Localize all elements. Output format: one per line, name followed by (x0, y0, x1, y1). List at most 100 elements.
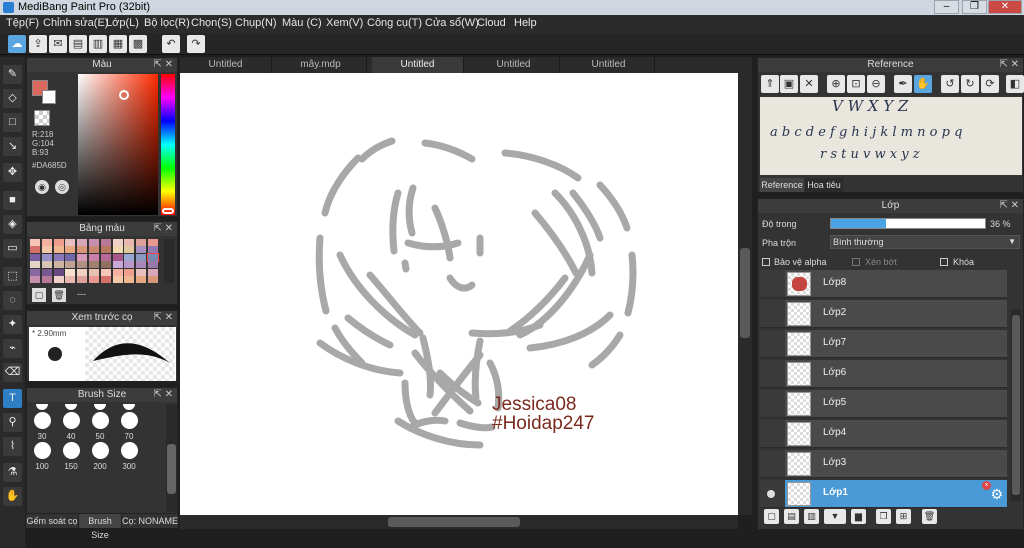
brush-size-dot[interactable] (120, 442, 138, 459)
palette-swatch[interactable] (89, 276, 99, 283)
palette-swatch[interactable] (100, 276, 111, 283)
new-8bit-layer-icon[interactable]: ▥ (804, 509, 819, 524)
menu-file[interactable]: Tệp(F) (6, 17, 39, 29)
palette-swatch[interactable] (124, 261, 135, 269)
reference-upload-icon[interactable]: ⇑ (761, 75, 779, 93)
palette-swatch[interactable] (77, 261, 88, 269)
brush-size-dot[interactable] (94, 404, 106, 410)
layer-row[interactable]: Lớp2 (785, 300, 1007, 328)
palette-swatch[interactable] (65, 276, 76, 283)
restore-button[interactable]: ❐ (962, 0, 987, 14)
undo-icon[interactable]: ↶ (162, 35, 180, 53)
panel-controls-icon[interactable]: ⇱ ✕ (153, 222, 173, 236)
palette-swatch[interactable] (124, 253, 135, 261)
layer-visibility-toggle[interactable] (760, 330, 785, 358)
palette-swatch[interactable] (148, 246, 158, 254)
layer-visibility-toggle[interactable] (760, 360, 785, 388)
palette-swatch[interactable] (148, 261, 158, 269)
saturation-value-field[interactable] (78, 74, 158, 215)
palette-swatch[interactable] (53, 239, 64, 246)
palette-swatch[interactable] (53, 261, 64, 269)
layer-visibility-toggle[interactable] (760, 420, 785, 448)
palette-swatch[interactable] (41, 276, 52, 283)
merge-layer-icon[interactable]: ⊞ (896, 509, 911, 524)
brush-size-dot[interactable] (62, 412, 80, 429)
lock-checkbox[interactable] (940, 258, 948, 266)
menu-tools[interactable]: Công cụ(T) (367, 17, 422, 29)
rectangle-tool-icon[interactable]: □ (3, 113, 22, 132)
palette-swatch[interactable] (147, 252, 159, 262)
palette-swatch[interactable] (124, 246, 135, 254)
tab-untitled-3[interactable]: Untitled (468, 57, 560, 73)
new-halftone-layer-icon[interactable]: ▤ (784, 509, 799, 524)
clipping-checkbox[interactable] (852, 258, 860, 266)
palette-swatch[interactable] (89, 246, 99, 254)
chat-icon[interactable]: ▤ (69, 35, 87, 53)
brush-size-dot[interactable] (91, 412, 109, 429)
tab-navigator[interactable]: Hoa tiêu (805, 178, 843, 192)
menu-edit[interactable]: Chỉnh sửa(E) (43, 17, 108, 29)
brush-size-dot[interactable] (65, 404, 77, 410)
divide-tool-icon[interactable]: ⚲ (3, 413, 22, 432)
palette-swatch[interactable] (41, 268, 52, 276)
brush-control-tab[interactable]: Gếm soát cọ (26, 514, 78, 528)
tab-reference[interactable]: Reference (760, 178, 804, 192)
palette-swatch[interactable] (148, 239, 158, 246)
move-tool-icon[interactable]: ✥ (3, 163, 22, 182)
menu-select[interactable]: Chọn(S) (191, 17, 232, 29)
background-color-swatch[interactable] (42, 90, 56, 104)
brush-size-scroll-thumb[interactable] (167, 444, 176, 494)
palette-swatch[interactable] (136, 268, 147, 276)
brush-size-dot[interactable] (120, 412, 138, 429)
reference-image[interactable]: V W X Y Z a b c d e f g h i j k l m n o … (760, 97, 1022, 175)
palette-swatch[interactable] (65, 246, 76, 254)
comment-icon[interactable]: ✉ (49, 35, 67, 53)
layer-scroll-thumb[interactable] (1012, 315, 1020, 495)
palette-swatch[interactable] (65, 268, 76, 276)
palette-swatch[interactable] (136, 239, 147, 246)
select-rect-tool-icon[interactable]: ⬚ (3, 267, 22, 286)
fill-rect-tool-icon[interactable]: ■ (3, 191, 22, 210)
layer-visibility-toggle[interactable] (760, 480, 785, 508)
bucket-tool-icon[interactable]: ◈ (3, 215, 22, 234)
palette-swatch[interactable] (136, 261, 147, 269)
palette-swatch[interactable] (77, 253, 88, 261)
brush-size-dot[interactable] (62, 442, 80, 459)
redo-icon[interactable]: ↷ (187, 35, 205, 53)
palette-swatch[interactable] (77, 246, 88, 254)
palette-swatch[interactable] (100, 268, 111, 276)
layer-row[interactable]: Lớp4 (785, 420, 1007, 448)
palette-swatch[interactable] (41, 253, 52, 261)
panel-controls-icon[interactable]: ⇱ ✕ (153, 311, 173, 325)
gear-icon[interactable]: ⚙ (990, 486, 1003, 503)
palette-swatch[interactable] (112, 246, 123, 254)
brush-size-tab[interactable]: Brush Size (79, 514, 121, 540)
close-button[interactable]: ✕ (988, 0, 1022, 14)
vertical-scroll-thumb[interactable] (740, 248, 750, 338)
palette-swatch[interactable] (148, 268, 158, 276)
transparent-swatch[interactable] (34, 110, 50, 126)
menu-help[interactable]: Help (514, 17, 537, 29)
layer-row[interactable]: Lớp8 (785, 270, 1007, 298)
brush-size-dot[interactable] (91, 442, 109, 459)
menu-capture[interactable]: Chụp(N) (235, 17, 277, 29)
horizontal-scroll-thumb[interactable] (388, 517, 520, 527)
palette-swatch[interactable] (89, 261, 99, 269)
palette-swatch[interactable] (112, 261, 123, 269)
eraser-tool-icon[interactable]: ◇ (3, 89, 22, 108)
brush-name-tab[interactable]: Cọ: NONAME (122, 514, 178, 528)
panel-controls-icon[interactable]: ⇱ ✕ (999, 58, 1019, 72)
palette-swatch[interactable] (65, 261, 76, 269)
palette-swatch[interactable] (65, 239, 76, 246)
palette-swatch[interactable] (53, 246, 64, 254)
menu-cloud[interactable]: Cloud (477, 17, 506, 29)
layer-row[interactable]: Lớp1 ⚙ × (785, 480, 1007, 508)
brush-size-dot[interactable] (36, 404, 48, 410)
palette-swatch[interactable] (124, 239, 135, 246)
palette-swatch[interactable] (112, 268, 123, 276)
layer-row[interactable]: Lớp3 (785, 450, 1007, 478)
palette-swatch[interactable] (136, 246, 147, 254)
palette-swatch[interactable] (41, 239, 52, 246)
zoom-out-icon[interactable]: ⊖ (867, 75, 885, 93)
layer-list-scrollbar[interactable] (1011, 309, 1021, 501)
